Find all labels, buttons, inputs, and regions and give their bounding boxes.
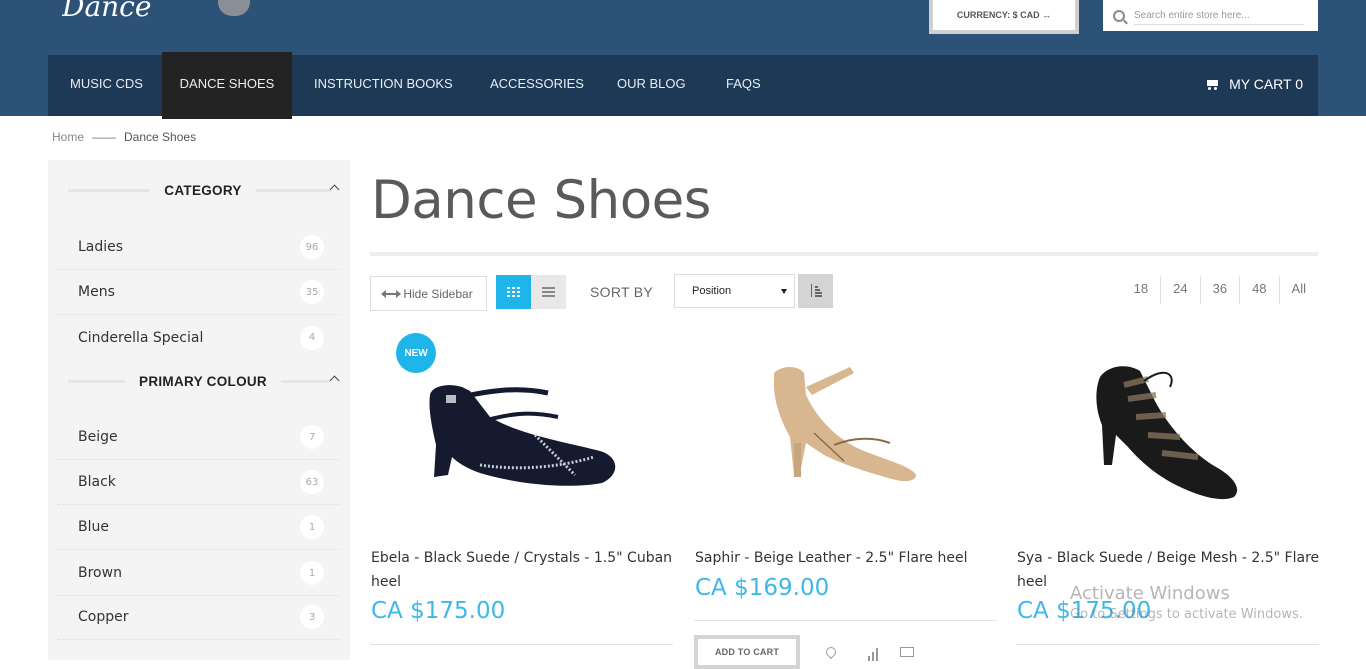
hide-sidebar-label: Hide Sidebar (403, 286, 473, 301)
title-line (68, 379, 126, 383)
product-divider (1016, 644, 1319, 645)
list-icon (542, 287, 555, 297)
search-input[interactable] (1134, 6, 1304, 25)
search-icon[interactable] (1113, 9, 1125, 22)
sort-select[interactable]: Position (674, 274, 795, 308)
category-title: CATEGORY (164, 182, 242, 198)
chevron-up-icon[interactable] (329, 375, 340, 386)
sidebar: CATEGORY Ladies 96 Mens 35 Cinderella Sp… (48, 160, 350, 660)
chevron-up-icon[interactable] (329, 184, 340, 195)
colour-block-title[interactable]: PRIMARY COLOUR (68, 371, 340, 391)
site-header: Dance CURRENCY: $ CAD ↔ MUSIC CDS DANCE … (0, 0, 1366, 119)
nav-item-faqs[interactable]: FAQS (726, 55, 761, 116)
currency-switcher[interactable]: CURRENCY: $ CAD ↔ (929, 0, 1079, 34)
product-card: Saphir - Beige Leather - 2.5" Flare heel… (694, 325, 999, 669)
title-divider (370, 252, 1318, 256)
title-line (68, 188, 151, 192)
filter-label: Ladies (78, 239, 124, 255)
count-badge: 3 (300, 605, 324, 629)
cart-icon (1205, 79, 1219, 90)
category-block-title[interactable]: CATEGORY (68, 180, 340, 200)
currency-label: CURRENCY: $ CAD ↔ (933, 0, 1075, 30)
breadcrumb-current: Dance Shoes (124, 130, 197, 144)
sort-by-label: SORT BY (590, 284, 654, 300)
category-item-cinderella-special[interactable]: Cinderella Special 4 (58, 315, 340, 360)
product-price: CA $169.00 (695, 575, 830, 601)
count-badge: 1 (300, 515, 324, 539)
cart-label: MY CART 0 (1229, 76, 1303, 92)
hide-sidebar-button[interactable]: Hide Sidebar (370, 276, 487, 311)
email-icon[interactable] (900, 647, 914, 657)
colour-item-beige[interactable]: Beige 7 (58, 415, 340, 460)
product-divider (370, 644, 673, 645)
page-size-limiter: 18 24 36 48 All (1122, 276, 1318, 304)
filter-label: Cinderella Special (78, 329, 204, 346)
count-badge: 4 (300, 325, 324, 350)
nav-item-dance-shoes[interactable]: DANCE SHOES (162, 52, 292, 119)
category-item-ladies[interactable]: Ladies 96 (58, 225, 340, 270)
colour-item-blue[interactable]: Blue 1 (58, 505, 340, 550)
product-name[interactable]: Sya - Black Suede / Beige Mesh - 2.5" Fl… (1017, 546, 1320, 594)
limit-24[interactable]: 24 (1160, 276, 1199, 304)
grid-icon (507, 287, 520, 297)
sort-direction-button[interactable] (798, 274, 833, 308)
breadcrumb-separator: —— (92, 130, 117, 144)
filter-label: Brown (78, 565, 122, 581)
search-box (1103, 0, 1318, 31)
sort-select-value: Position (692, 285, 732, 297)
product-image[interactable] (694, 325, 997, 535)
filter-label: Copper (78, 609, 129, 625)
limit-36[interactable]: 36 (1199, 276, 1239, 304)
nav-item-instruction-books[interactable]: INSTRUCTION BOOKS (314, 55, 453, 116)
my-cart-link[interactable]: MY CART 0 (1205, 55, 1303, 113)
nav-item-our-blog[interactable]: OUR BLOG (617, 55, 686, 116)
limit-48[interactable]: 48 (1239, 276, 1278, 304)
breadcrumb-home[interactable]: Home (52, 130, 84, 144)
colour-item-black[interactable]: Black 63 (58, 460, 340, 505)
breadcrumb: Home —— Dance Shoes (52, 130, 196, 144)
colour-item-brown[interactable]: Brown 1 (58, 551, 340, 596)
count-badge: 35 (300, 280, 324, 304)
arrows-horizontal-icon (381, 289, 402, 298)
add-to-cart-button[interactable]: ADD TO CART (694, 635, 800, 669)
colour-title: PRIMARY COLOUR (139, 373, 267, 389)
nav-item-music-cds[interactable]: MUSIC CDS (70, 55, 143, 116)
filter-label: Blue (78, 519, 109, 535)
product-name[interactable]: Ebela - Black Suede / Crystals - 1.5" Cu… (371, 546, 674, 594)
count-badge: 7 (300, 425, 324, 449)
product-card: NEW Ebela - Black Suede / Crystals - 1.5… (370, 325, 675, 660)
product-divider (694, 620, 997, 621)
product-image[interactable] (1016, 325, 1319, 535)
list-view-button[interactable] (531, 275, 566, 309)
caret-down-icon (781, 289, 787, 294)
filter-label: Black (78, 474, 116, 490)
page-title: Dance Shoes (371, 170, 711, 231)
colour-item-copper[interactable]: Copper 3 (58, 595, 340, 640)
product-price: CA $175.00 (1017, 598, 1152, 624)
limit-18[interactable]: 18 (1122, 276, 1160, 304)
grid-view-button[interactable] (496, 275, 531, 309)
sort-ascending-icon (810, 284, 822, 298)
limit-all[interactable]: All (1278, 276, 1318, 304)
count-badge: 63 (300, 470, 324, 494)
product-card: Sya - Black Suede / Beige Mesh - 2.5" Fl… (1016, 325, 1321, 660)
heart-icon[interactable] (823, 644, 839, 660)
nav-item-accessories[interactable]: ACCESSORIES (490, 55, 584, 116)
title-line (255, 188, 338, 192)
count-badge: 1 (300, 561, 324, 585)
category-item-mens[interactable]: Mens 35 (58, 270, 340, 315)
count-badge: 96 (300, 235, 324, 259)
filter-label: Mens (78, 284, 115, 300)
new-badge: NEW (396, 333, 436, 373)
filter-label: Beige (78, 429, 118, 445)
product-name[interactable]: Saphir - Beige Leather - 2.5" Flare heel (695, 546, 998, 570)
main-nav: MUSIC CDS DANCE SHOES INSTRUCTION BOOKS … (48, 52, 1318, 119)
product-price: CA $175.00 (371, 598, 506, 624)
compare-icon[interactable] (868, 647, 882, 661)
